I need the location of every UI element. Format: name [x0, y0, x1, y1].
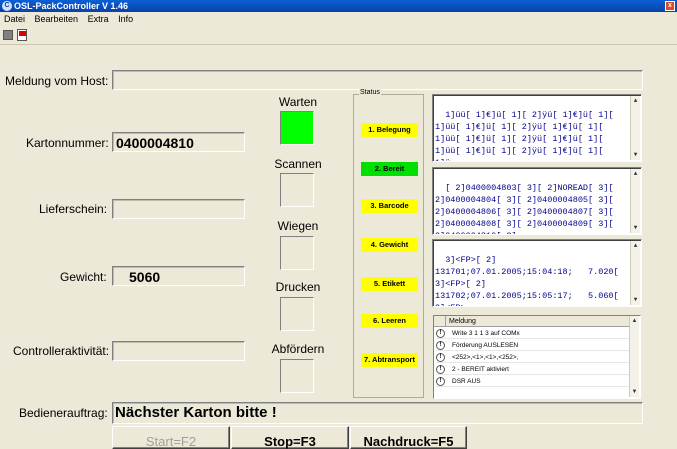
raw-data-scrollbar[interactable]: ▲ ▼ [630, 96, 640, 160]
carton-number-field: 0400004810 [112, 132, 245, 152]
step-label-wiegen: Wiegen [277, 219, 319, 233]
scroll-down-icon[interactable]: ▼ [631, 150, 640, 160]
step-indicator-warten [280, 111, 314, 145]
message-list-header: Meldung [434, 316, 631, 327]
step-label-drucken: Drucken [275, 280, 321, 294]
status-group: Status 1. Belegung 2. Bereit 3. Barcode … [353, 89, 424, 398]
status-barcode: 3. Barcode [361, 199, 418, 213]
header-meldung: Meldung [449, 318, 476, 325]
scale-text: 3]<FP>[ 2] 131701;07.01.2005;15:04:18; 7… [435, 255, 619, 306]
scroll-down-icon[interactable]: ▼ [630, 387, 639, 397]
status-bereit: 2. Bereit [361, 162, 418, 176]
barcode-text: [ 2]0400004803[ 3][ 2]NOREAD[ 3][ 2]0400… [435, 183, 614, 234]
info-icon: ! [436, 377, 445, 386]
status-etikett: 5. Etikett [361, 277, 418, 291]
start-button[interactable]: Start=F2 [112, 426, 230, 449]
status-caption: Status [359, 89, 381, 96]
list-item[interactable]: ! Förderung AUSLESEN [436, 340, 631, 351]
step-label-scannen: Scannen [274, 157, 322, 171]
operator-instruction-field: Nächster Karton bitte ! [112, 402, 643, 424]
step-indicator-wiegen [280, 236, 314, 270]
step-indicator-drucken [280, 297, 314, 331]
raw-data-text: 1]üü[ 1]€]ü[ 1][ 2]ÿü[ 1]€]ü[ 1][ 1]üü[ … [435, 110, 614, 161]
status-leeren: 6. Leeren [361, 314, 418, 328]
delivery-note-label: Lieferschein: [39, 202, 108, 216]
scale-scrollbar[interactable]: ▲ ▼ [630, 241, 640, 305]
barcode-log[interactable]: [ 2]0400004803[ 3][ 2]NOREAD[ 3][ 2]0400… [432, 167, 642, 235]
menu-info[interactable]: Info [118, 14, 133, 24]
weight-label: Gewicht: [60, 270, 107, 284]
step-label-warten: Warten [278, 95, 318, 109]
info-icon: ! [436, 353, 445, 362]
info-icon: ! [436, 341, 445, 350]
message-list[interactable]: Meldung ! Write 3 1 1 3 auf COMx ! Förderu… [433, 315, 641, 399]
close-button[interactable]: x [665, 1, 675, 11]
scroll-down-icon[interactable]: ▼ [631, 295, 640, 305]
host-message-field [112, 70, 643, 90]
menu-bar: Datei Bearbeiten Extra Info [0, 12, 677, 26]
scroll-up-icon[interactable]: ▲ [631, 169, 640, 179]
status-gewicht: 4. Gewicht [361, 238, 418, 252]
weight-field: 5060 [112, 266, 245, 286]
stop-button[interactable]: Stop=F3 [231, 426, 349, 449]
scroll-up-icon[interactable]: ▲ [631, 96, 640, 106]
step-indicator-abfoerdern [280, 359, 314, 393]
step-label-abfoerdern: Abfördern [271, 342, 325, 356]
list-item[interactable]: ! DSR AUS [436, 376, 631, 387]
info-icon: ! [436, 365, 445, 374]
printer-icon[interactable] [17, 29, 27, 41]
header-icon-column [434, 316, 446, 326]
status-belegung: 1. Belegung [361, 123, 418, 137]
menu-datei[interactable]: Datei [4, 14, 25, 24]
stop-icon[interactable] [3, 30, 13, 40]
message-list-scrollbar[interactable]: ▲ ▼ [629, 316, 639, 397]
scroll-up-icon[interactable]: ▲ [630, 316, 639, 326]
list-item[interactable]: ! Write 3 1 1 3 auf COMx [436, 328, 631, 339]
controller-activity-label: Controlleraktivität: [13, 344, 110, 358]
scroll-up-icon[interactable]: ▲ [631, 241, 640, 251]
menu-bearbeiten[interactable]: Bearbeiten [35, 14, 79, 24]
step-indicator-scannen [280, 173, 314, 207]
list-item[interactable]: ! <252>,<1>,<1>,<252>, [436, 352, 631, 363]
raw-data-log[interactable]: 1]üü[ 1]€]ü[ 1][ 2]ÿü[ 1]€]ü[ 1][ 1]üü[ … [432, 94, 642, 162]
carton-number-label: Kartonnummer: [26, 136, 109, 150]
controller-activity-field [112, 341, 245, 361]
reprint-button[interactable]: Nachdruck=F5 [350, 426, 467, 449]
toolbar [0, 27, 677, 45]
operator-instruction-label: Bedienerauftrag: [19, 406, 108, 420]
info-icon: ! [436, 329, 445, 338]
host-message-label: Meldung vom Host: [5, 74, 109, 88]
app-icon: C [2, 1, 12, 11]
delivery-note-field [112, 199, 245, 219]
scale-log[interactable]: 3]<FP>[ 2] 131701;07.01.2005;15:04:18; 7… [432, 239, 642, 307]
scroll-down-icon[interactable]: ▼ [631, 223, 640, 233]
barcode-scrollbar[interactable]: ▲ ▼ [630, 169, 640, 233]
window-title: OSL-PackController V 1.46 [14, 1, 129, 11]
list-item[interactable]: ! 2 - BEREIT aktiviert [436, 364, 631, 375]
title-bar: C OSL-PackController V 1.46 x [0, 0, 677, 12]
menu-extra[interactable]: Extra [88, 14, 109, 24]
status-abtransport: 7. Abtransport [361, 353, 418, 367]
